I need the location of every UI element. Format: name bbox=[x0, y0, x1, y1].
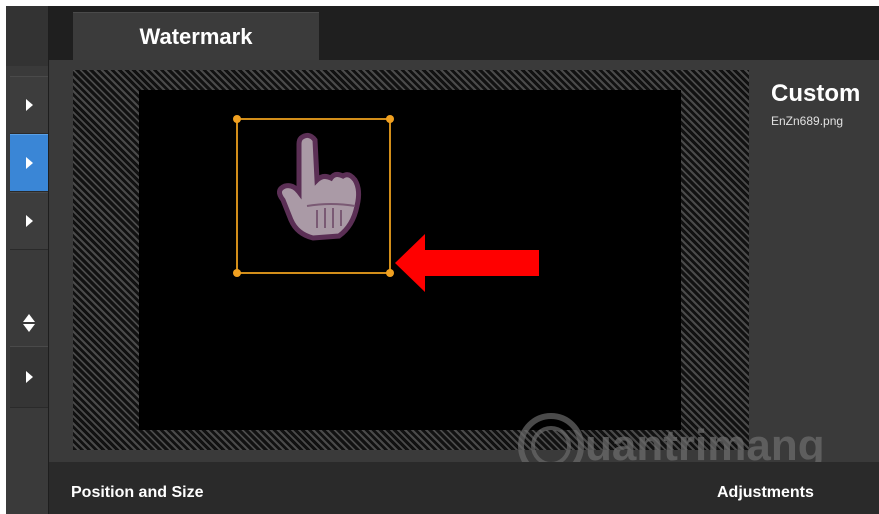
left-arrow-icon bbox=[395, 234, 539, 292]
sidebar-expand-button-1[interactable] bbox=[10, 76, 48, 134]
watermark-selection-box[interactable] bbox=[233, 115, 394, 277]
expand-icon bbox=[25, 215, 33, 227]
arrow-down-icon bbox=[23, 324, 35, 332]
bottom-section-bar: Position and Size Adjustments bbox=[49, 462, 879, 514]
sidebar-header bbox=[6, 6, 48, 66]
expand-icon bbox=[25, 99, 33, 111]
sort-updown-button[interactable] bbox=[10, 302, 48, 344]
watermark-filename: EnZn689.png bbox=[771, 114, 844, 128]
adjustments-label[interactable]: Adjustments bbox=[717, 484, 814, 502]
resize-handle-top-right[interactable] bbox=[386, 115, 394, 123]
tab-bar: Watermark bbox=[49, 6, 879, 61]
resize-handle-bottom-left[interactable] bbox=[233, 269, 241, 277]
watermark-type-title: Custom bbox=[771, 80, 861, 107]
preview-canvas[interactable] bbox=[139, 90, 681, 430]
sidebar-expand-button-3[interactable] bbox=[10, 192, 48, 250]
expand-icon bbox=[25, 371, 33, 383]
tab-watermark[interactable]: Watermark bbox=[73, 12, 319, 61]
arrow-up-icon bbox=[23, 314, 35, 322]
info-panel: Custom EnZn689.png bbox=[763, 70, 879, 460]
sidebar-expand-button-2[interactable] bbox=[10, 134, 48, 192]
resize-handle-top-left[interactable] bbox=[233, 115, 241, 123]
sidebar-expand-button-4[interactable] bbox=[10, 346, 48, 408]
preview-area bbox=[73, 70, 749, 450]
expand-icon bbox=[25, 157, 33, 169]
app-window: Watermark Custom EnZn689.png uantrimang … bbox=[6, 6, 879, 514]
position-size-label[interactable]: Position and Size bbox=[71, 484, 203, 502]
left-sidebar bbox=[6, 6, 49, 514]
main-panel: Custom EnZn689.png uantrimang Position a… bbox=[49, 60, 879, 514]
